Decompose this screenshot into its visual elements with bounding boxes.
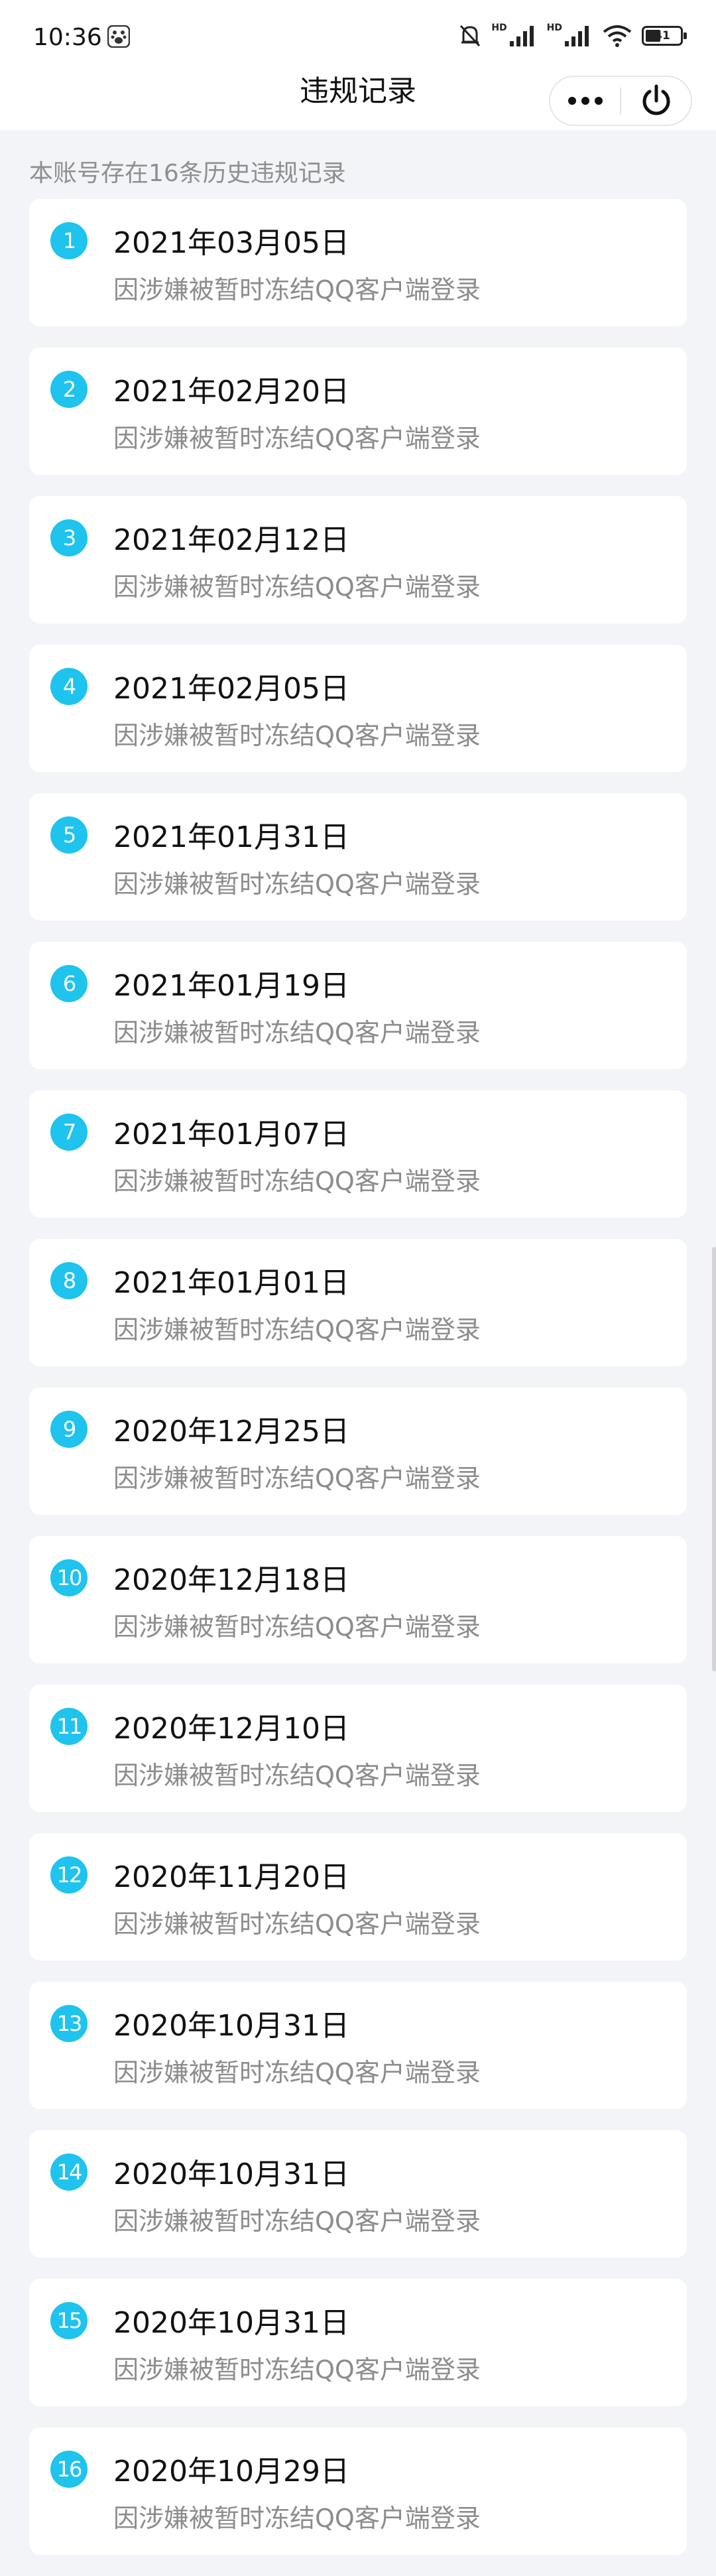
record-date: 2021年02月05日 xyxy=(113,672,349,706)
list-item: 10 2020年12月18日 因涉嫌被暂时冻结QQ客户端登录 xyxy=(29,1536,687,1663)
battery-level: 41 xyxy=(654,29,670,42)
list-item: 15 2020年10月31日 因涉嫌被暂时冻结QQ客户端登录 xyxy=(29,2279,687,2406)
record-reason: 因涉嫌被暂时冻结QQ客户端登录 xyxy=(113,424,481,453)
record-reason: 因涉嫌被暂时冻结QQ客户端登录 xyxy=(113,2355,481,2384)
record-date: 2020年12月25日 xyxy=(113,1415,349,1449)
record-number-badge: 10 xyxy=(50,1559,88,1596)
record-date: 2021年03月05日 xyxy=(113,226,349,260)
status-time: 10:36 xyxy=(33,24,102,51)
record-number-badge: 7 xyxy=(50,1114,88,1151)
record-reason: 因涉嫌被暂时冻结QQ客户端登录 xyxy=(113,2207,481,2236)
record-number-badge: 4 xyxy=(50,668,88,705)
record-date: 2020年11月20日 xyxy=(113,1860,349,1894)
record-date: 2021年01月07日 xyxy=(113,1118,349,1151)
scrollbar[interactable] xyxy=(712,1247,716,1671)
record-number-badge: 2 xyxy=(50,371,88,408)
record-reason: 因涉嫌被暂时冻结QQ客户端登录 xyxy=(113,869,481,899)
record-reason: 因涉嫌被暂时冻结QQ客户端登录 xyxy=(113,721,481,750)
record-reason: 因涉嫌被暂时冻结QQ客户端登录 xyxy=(113,1167,481,1196)
list-item: 6 2021年01月19日 因涉嫌被暂时冻结QQ客户端登录 xyxy=(29,942,687,1069)
record-summary: 本账号存在16条历史违规记录 xyxy=(29,160,346,187)
record-number-badge: 5 xyxy=(50,816,88,854)
capsule-menu xyxy=(549,76,692,126)
record-date: 2020年10月29日 xyxy=(113,2455,349,2488)
record-date: 2020年12月18日 xyxy=(113,1563,349,1597)
record-number-badge: 3 xyxy=(50,519,88,556)
record-date: 2021年02月20日 xyxy=(113,375,349,409)
power-icon xyxy=(642,84,670,115)
record-number-badge: 14 xyxy=(50,2154,88,2191)
list-item: 2 2021年02月20日 因涉嫌被暂时冻结QQ客户端登录 xyxy=(29,348,687,475)
record-number-badge: 6 xyxy=(50,965,88,1002)
record-reason: 因涉嫌被暂时冻结QQ客户端登录 xyxy=(113,1761,481,1790)
record-date: 2021年01月01日 xyxy=(113,1266,349,1300)
list-item: 12 2020年11月20日 因涉嫌被暂时冻结QQ客户端登录 xyxy=(29,1833,687,1961)
record-date: 2020年10月31日 xyxy=(113,2306,349,2340)
list-item: 14 2020年10月31日 因涉嫌被暂时冻结QQ客户端登录 xyxy=(29,2130,687,2258)
record-date: 2021年02月12日 xyxy=(113,523,349,557)
close-button[interactable] xyxy=(621,77,691,125)
status-bar: 10:36 HD HD 41 xyxy=(0,0,716,73)
record-number-badge: 1 xyxy=(50,222,88,259)
record-reason: 因涉嫌被暂时冻结QQ客户端登录 xyxy=(113,572,481,602)
list-item: 9 2020年12月25日 因涉嫌被暂时冻结QQ客户端登录 xyxy=(29,1387,687,1515)
battery-icon: 41 xyxy=(642,26,687,46)
record-reason: 因涉嫌被暂时冻结QQ客户端登录 xyxy=(113,275,481,304)
mute-bell-icon xyxy=(460,25,481,47)
record-reason: 因涉嫌被暂时冻结QQ客户端登录 xyxy=(113,2504,481,2533)
header: 违规记录 xyxy=(0,73,716,130)
record-date: 2020年10月31日 xyxy=(113,2157,349,2191)
violation-list: 1 2021年03月05日 因涉嫌被暂时冻结QQ客户端登录 2 2021年02月… xyxy=(29,199,687,2576)
list-item: 5 2021年01月31日 因涉嫌被暂时冻结QQ客户端登录 xyxy=(29,793,687,921)
list-item: 16 2020年10月29日 因涉嫌被暂时冻结QQ客户端登录 xyxy=(29,2427,687,2555)
list-item: 1 2021年03月05日 因涉嫌被暂时冻结QQ客户端登录 xyxy=(29,199,687,326)
signal-icon xyxy=(509,26,534,46)
record-date: 2021年01月31日 xyxy=(113,820,349,854)
record-reason: 因涉嫌被暂时冻结QQ客户端登录 xyxy=(113,1018,481,1047)
record-number-badge: 13 xyxy=(50,2005,88,2042)
record-date: 2020年10月31日 xyxy=(113,2009,349,2043)
list-item: 4 2021年02月05日 因涉嫌被暂时冻结QQ客户端登录 xyxy=(29,645,687,772)
hd-label-2: HD xyxy=(546,23,562,33)
paw-icon xyxy=(107,25,130,48)
record-reason: 因涉嫌被暂时冻结QQ客户端登录 xyxy=(113,1612,481,1642)
status-icons: HD HD 41 xyxy=(458,23,687,49)
record-reason: 因涉嫌被暂时冻结QQ客户端登录 xyxy=(113,2058,481,2087)
list-item: 7 2021年01月07日 因涉嫌被暂时冻结QQ客户端登录 xyxy=(29,1090,687,1218)
record-number-badge: 9 xyxy=(50,1411,88,1448)
wifi-icon xyxy=(603,25,632,47)
more-button[interactable] xyxy=(550,77,620,125)
signal-icon-2 xyxy=(565,26,589,46)
record-number-badge: 16 xyxy=(50,2451,88,2488)
record-reason: 因涉嫌被暂时冻结QQ客户端登录 xyxy=(113,1315,481,1344)
record-date: 2021年01月19日 xyxy=(113,969,349,1003)
record-reason: 因涉嫌被暂时冻结QQ客户端登录 xyxy=(113,1909,481,1939)
list-item: 8 2021年01月01日 因涉嫌被暂时冻结QQ客户端登录 xyxy=(29,1239,687,1366)
hd-label-1: HD xyxy=(491,23,507,33)
list-item: 13 2020年10月31日 因涉嫌被暂时冻结QQ客户端登录 xyxy=(29,1982,687,2109)
record-number-badge: 11 xyxy=(50,1708,88,1745)
record-number-badge: 12 xyxy=(50,1856,88,1894)
record-number-badge: 15 xyxy=(50,2302,88,2339)
list-item: 11 2020年12月10日 因涉嫌被暂时冻结QQ客户端登录 xyxy=(29,1685,687,1812)
record-number-badge: 8 xyxy=(50,1262,88,1299)
more-icon xyxy=(567,97,603,105)
list-item: 3 2021年02月12日 因涉嫌被暂时冻结QQ客户端登录 xyxy=(29,496,687,623)
record-reason: 因涉嫌被暂时冻结QQ客户端登录 xyxy=(113,1464,481,1493)
record-date: 2020年12月10日 xyxy=(113,1712,349,1746)
